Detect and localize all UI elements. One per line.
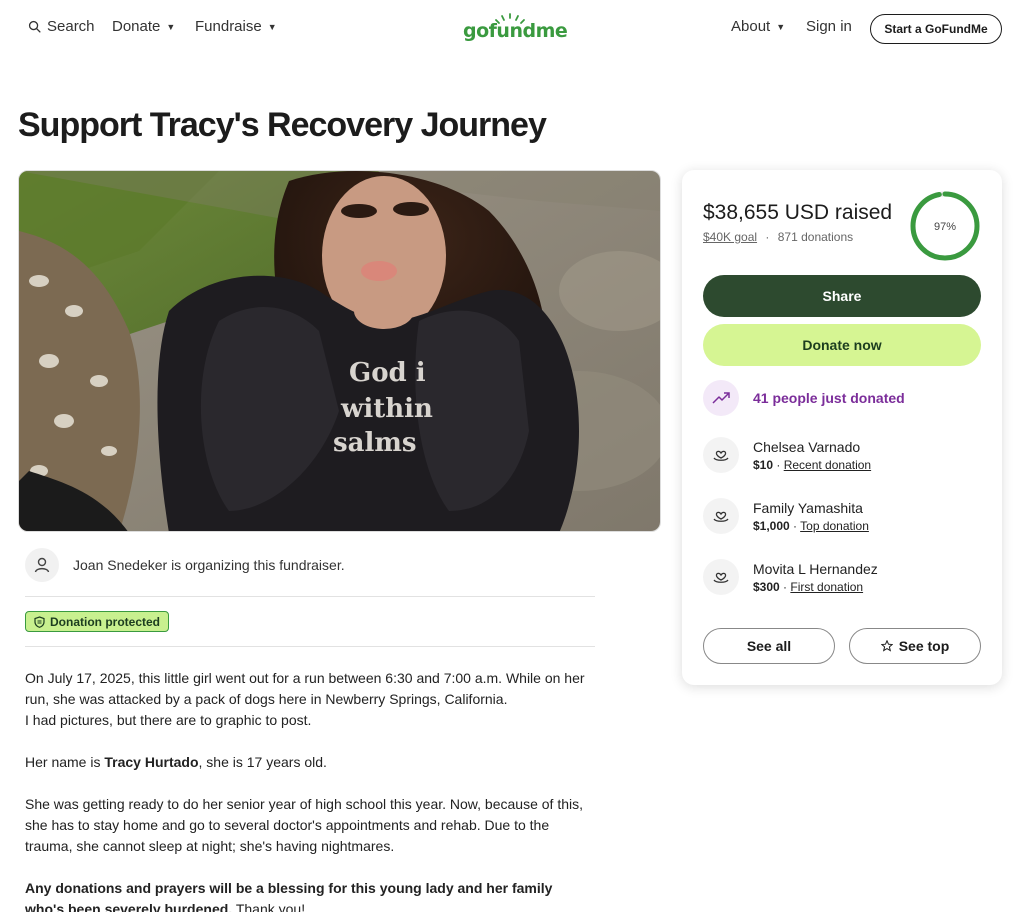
goal-line: $40K goal · 871 donations xyxy=(703,230,853,244)
caret-down-icon: ▼ xyxy=(776,22,786,32)
page-title: Support Tracy's Recovery Journey xyxy=(18,106,547,144)
donor-row: Chelsea Varnado $10 · Recent donation xyxy=(703,437,871,473)
heart-hand-icon xyxy=(713,511,729,522)
donor-amount: $10 xyxy=(753,457,774,472)
trending-up-icon xyxy=(712,392,730,404)
hero-photo: God i within salms xyxy=(19,171,660,531)
fundraise-menu-label: Fundraise xyxy=(195,18,262,35)
search-link[interactable]: Search xyxy=(28,18,95,35)
badge-label: Donation protected xyxy=(50,614,160,629)
organizer-avatar xyxy=(25,548,59,582)
story-text: On July 17, 2025, this little girl went … xyxy=(25,670,585,707)
progress-label: 97% xyxy=(934,221,956,233)
star-icon xyxy=(880,640,893,652)
heart-hand-icon xyxy=(713,450,729,461)
sweatshirt-text-1: God i xyxy=(349,358,426,388)
donor-tag-link[interactable]: Recent donation xyxy=(784,458,871,472)
donor-tag-link[interactable]: First donation xyxy=(790,580,863,594)
donor-separator: · xyxy=(773,457,784,472)
about-menu-label: About xyxy=(731,18,771,35)
see-all-button[interactable]: See all xyxy=(703,628,835,664)
donor-amount: $1,000 xyxy=(753,518,790,533)
story-paragraph: On July 17, 2025, this little girl went … xyxy=(25,668,585,731)
donor-amount: $300 xyxy=(753,579,780,594)
fundraise-menu[interactable]: Fundraise ▼ xyxy=(195,18,277,35)
sign-in-link[interactable]: Sign in xyxy=(806,18,852,35)
fundraiser-hero-image: God i within salms xyxy=(18,170,661,532)
donate-now-button[interactable]: Donate now xyxy=(703,324,981,366)
heart-hand-icon xyxy=(713,572,729,583)
goal-link[interactable]: $40K goal xyxy=(703,230,757,244)
search-icon xyxy=(28,20,41,33)
story-paragraph: Any donations and prayers will be a bles… xyxy=(25,878,585,912)
story-text: , she is 17 years old. xyxy=(198,754,327,770)
caret-down-icon: ▼ xyxy=(166,22,176,32)
organizer-row: Joan Snedeker is organizing this fundrai… xyxy=(25,548,345,582)
donor-separator: · xyxy=(789,518,801,533)
beneficiary-name: Tracy Hurtado xyxy=(104,754,199,770)
donor-tag-link[interactable]: Top donation xyxy=(800,519,869,533)
donor-name: Chelsea Varnado xyxy=(753,438,861,455)
divider xyxy=(25,596,595,597)
about-menu[interactable]: About ▼ xyxy=(731,18,785,35)
donor-meta: $1,000 · Top donation xyxy=(753,519,869,533)
donation-count: 871 donations xyxy=(777,230,854,244)
donor-meta: $10 · Recent donation xyxy=(753,458,871,472)
donor-meta: $300 · First donation xyxy=(753,580,878,594)
trend-icon-wrap xyxy=(703,380,739,416)
donor-name: Family Yamashita xyxy=(753,499,863,516)
logo-text: gofundme xyxy=(463,20,568,42)
donor-separator: · xyxy=(779,579,791,594)
donor-icon-wrap xyxy=(703,498,739,534)
caret-down-icon: ▼ xyxy=(267,22,277,32)
donor-icon-wrap xyxy=(703,437,739,473)
fundraiser-story: On July 17, 2025, this little girl went … xyxy=(25,668,585,912)
story-paragraph: Her name is Tracy Hurtado, she is 17 yea… xyxy=(25,752,585,773)
story-text: Her name is xyxy=(25,754,105,770)
sweatshirt-text-3: salms xyxy=(333,428,417,458)
donation-protected-badge[interactable]: Donation protected xyxy=(25,611,169,632)
story-paragraph: She was getting ready to do her senior y… xyxy=(25,796,583,854)
sweatshirt-text-2: within xyxy=(340,394,433,424)
recent-donations-row: 41 people just donated xyxy=(703,380,905,416)
organizer-text: Joan Snedeker is organizing this fundrai… xyxy=(73,557,345,573)
donation-card: $38,655 USD raised $40K goal · 871 donat… xyxy=(682,170,1002,685)
donor-row: Movita L Hernandez $300 · First donation xyxy=(703,559,878,595)
donate-menu-label: Donate xyxy=(112,18,161,35)
share-button[interactable]: Share xyxy=(703,275,981,317)
gofundme-logo[interactable]: gofundme xyxy=(463,12,568,44)
see-top-label: See top xyxy=(898,638,950,654)
progress-ring: 97% xyxy=(910,191,980,261)
story-text: I had pictures, but there are to graphic… xyxy=(25,712,312,728)
user-icon xyxy=(34,557,50,573)
search-label: Search xyxy=(47,18,95,35)
shield-icon xyxy=(34,615,45,628)
donor-icon-wrap xyxy=(703,559,739,595)
donate-menu[interactable]: Donate ▼ xyxy=(112,18,175,35)
top-nav: Search Donate ▼ Fundraise ▼ gofundme Abo… xyxy=(0,0,1024,56)
separator: · xyxy=(765,230,770,244)
sign-in-label: Sign in xyxy=(806,18,852,35)
amount-raised: $38,655 USD raised xyxy=(703,201,893,224)
story-text: Thank you! xyxy=(232,901,306,912)
see-top-button[interactable]: See top xyxy=(849,628,981,664)
start-gofundme-button[interactable]: Start a GoFundMe xyxy=(870,14,1002,44)
divider xyxy=(25,646,595,647)
donor-row: Family Yamashita $1,000 · Top donation xyxy=(703,498,869,534)
recent-donations-text: 41 people just donated xyxy=(753,390,905,406)
donor-name: Movita L Hernandez xyxy=(753,560,878,577)
